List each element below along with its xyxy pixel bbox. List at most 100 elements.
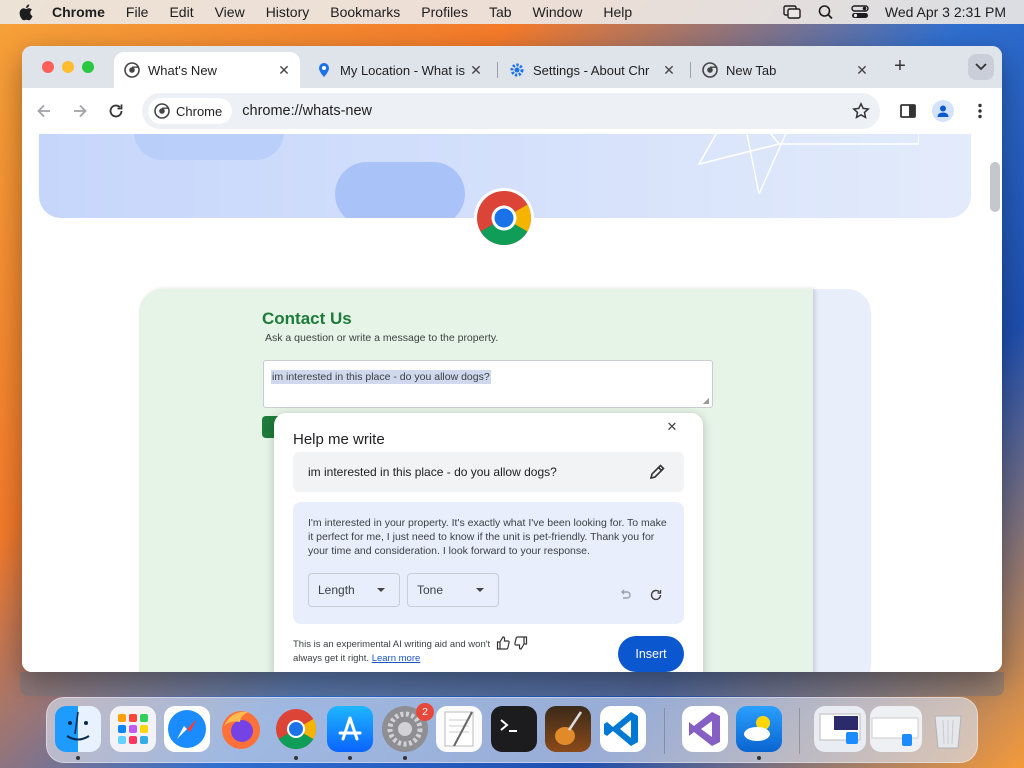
tab-title: New Tab (726, 62, 777, 78)
help-me-write-dialog: Help me write ✕ im interested in this pl… (274, 413, 703, 672)
location-favicon-icon (319, 63, 329, 77)
close-window-button[interactable] (42, 61, 54, 73)
address-bar[interactable]: Chrome chrome://whats-new (142, 93, 880, 129)
tab-strip: What's New ✕ My Location - What is ✕ Set… (22, 46, 1002, 88)
contact-subtitle: Ask a question or write a message to the… (265, 332, 499, 344)
dock-separator (664, 708, 665, 754)
launchpad-icon[interactable] (110, 706, 156, 752)
running-indicator (348, 756, 352, 760)
decorative-blob (335, 162, 465, 218)
dock-separator (799, 708, 800, 754)
insert-button[interactable]: Insert (618, 636, 684, 672)
vscode-icon[interactable] (600, 706, 646, 752)
tab-title: My Location - What is (340, 62, 465, 78)
menu-file[interactable]: File (126, 4, 149, 20)
tab-my-location[interactable]: My Location - What is ✕ (306, 52, 492, 88)
decorative-blob (134, 134, 284, 160)
tone-dropdown[interactable]: Tone (407, 573, 499, 607)
close-tab-icon[interactable]: ✕ (661, 62, 677, 78)
visual-studio-icon[interactable] (682, 706, 728, 752)
menubar: Chrome File Edit View History Bookmarks … (0, 0, 1024, 24)
reload-icon[interactable] (106, 101, 126, 121)
tab-new-tab[interactable]: New Tab ✕ (692, 52, 878, 88)
menu-view[interactable]: View (215, 4, 245, 20)
menu-bookmarks[interactable]: Bookmarks (330, 4, 400, 20)
close-tab-icon[interactable]: ✕ (854, 62, 870, 78)
dock: 2 (46, 697, 978, 763)
length-label: Length (318, 583, 355, 597)
menubar-clock[interactable]: Wed Apr 3 2:31 PM (885, 4, 1006, 20)
dialog-title: Help me write (293, 431, 385, 448)
dropdown-caret-icon (377, 588, 385, 592)
garageband-icon[interactable] (545, 706, 591, 752)
site-chip-label: Chrome (176, 103, 223, 119)
tab-title: Settings - About Chr (533, 62, 650, 78)
finder-icon[interactable] (55, 706, 101, 752)
side-panel-icon[interactable] (898, 101, 918, 121)
tab-search-chevron-icon[interactable] (968, 54, 994, 80)
thumbs-up-icon[interactable] (496, 636, 510, 650)
browser-toolbar: Chrome chrome://whats-new (22, 88, 1002, 134)
control-center-icon[interactable] (851, 4, 869, 20)
prompt-input[interactable]: im interested in this place - do you all… (293, 452, 684, 492)
length-dropdown[interactable]: Length (308, 573, 400, 607)
safari-icon[interactable] (164, 706, 210, 752)
chrome-dock-icon[interactable] (273, 706, 319, 752)
terminal-icon[interactable] (491, 706, 537, 752)
profile-avatar-icon[interactable] (932, 100, 954, 122)
screen-mirroring-icon[interactable] (783, 4, 801, 20)
bookmark-star-icon[interactable] (852, 102, 870, 120)
message-textarea[interactable]: im interested in this place - do you all… (263, 360, 713, 408)
tab-separator (690, 62, 691, 78)
chrome-logo-icon (474, 188, 534, 248)
dropdown-caret-icon (476, 588, 484, 592)
contact-title: Contact Us (262, 309, 352, 328)
resize-grip-icon[interactable]: ◢ (703, 396, 709, 405)
firefox-icon[interactable] (218, 706, 264, 752)
running-indicator (294, 756, 298, 760)
regenerate-icon[interactable] (649, 588, 663, 602)
tab-title: What's New (148, 62, 217, 78)
tab-whats-new[interactable]: What's New ✕ (114, 52, 300, 88)
menu-help[interactable]: Help (603, 4, 632, 20)
app-store-icon[interactable] (327, 706, 373, 752)
edit-pencil-icon[interactable] (648, 463, 666, 481)
menu-profiles[interactable]: Profiles (421, 4, 468, 20)
minimize-window-button[interactable] (62, 61, 74, 73)
learn-more-link[interactable]: Learn more (372, 653, 421, 664)
site-info-chip[interactable]: Chrome (148, 98, 233, 124)
menu-window[interactable]: Window (533, 4, 583, 20)
url-text[interactable]: chrome://whats-new (242, 103, 372, 119)
back-arrow-icon[interactable] (34, 101, 54, 121)
tab-settings[interactable]: Settings - About Chr ✕ (499, 52, 685, 88)
prompt-text: im interested in this place - do you all… (308, 465, 557, 479)
result-text: I'm interested in your property. It's ex… (308, 517, 667, 557)
new-tab-plus-icon[interactable]: + (890, 56, 910, 77)
thumbs-down-icon[interactable] (514, 636, 528, 650)
disclaimer: This is an experimental AI writing aid a… (293, 638, 493, 666)
close-tab-icon[interactable]: ✕ (468, 62, 484, 78)
zoom-window-button[interactable] (82, 61, 94, 73)
more-menu-icon[interactable] (970, 101, 990, 121)
chrome-logo-icon (154, 103, 170, 119)
forward-arrow-icon[interactable] (70, 101, 90, 121)
textedit-icon[interactable] (436, 706, 482, 752)
undo-icon[interactable] (618, 588, 632, 602)
menu-app-name[interactable]: Chrome (52, 4, 105, 20)
menu-tab[interactable]: Tab (489, 4, 512, 20)
page-content[interactable]: Contact Us Ask a question or write a mes… (22, 134, 1002, 672)
downloads-stack-icon[interactable] (870, 706, 922, 752)
menu-history[interactable]: History (266, 4, 310, 20)
recent-document-icon[interactable] (814, 706, 866, 752)
trash-icon[interactable] (925, 706, 971, 752)
settings-gear-icon (510, 63, 524, 77)
decorative-outline-shape (697, 134, 919, 194)
apple-icon[interactable] (18, 3, 36, 21)
weather-icon[interactable] (736, 706, 782, 752)
spotlight-search-icon[interactable] (817, 4, 835, 20)
menu-edit[interactable]: Edit (169, 4, 193, 20)
close-icon[interactable]: ✕ (664, 419, 680, 435)
close-tab-icon[interactable]: ✕ (276, 62, 292, 78)
tab-separator (497, 62, 498, 78)
page-scrollbar[interactable] (990, 162, 1000, 212)
